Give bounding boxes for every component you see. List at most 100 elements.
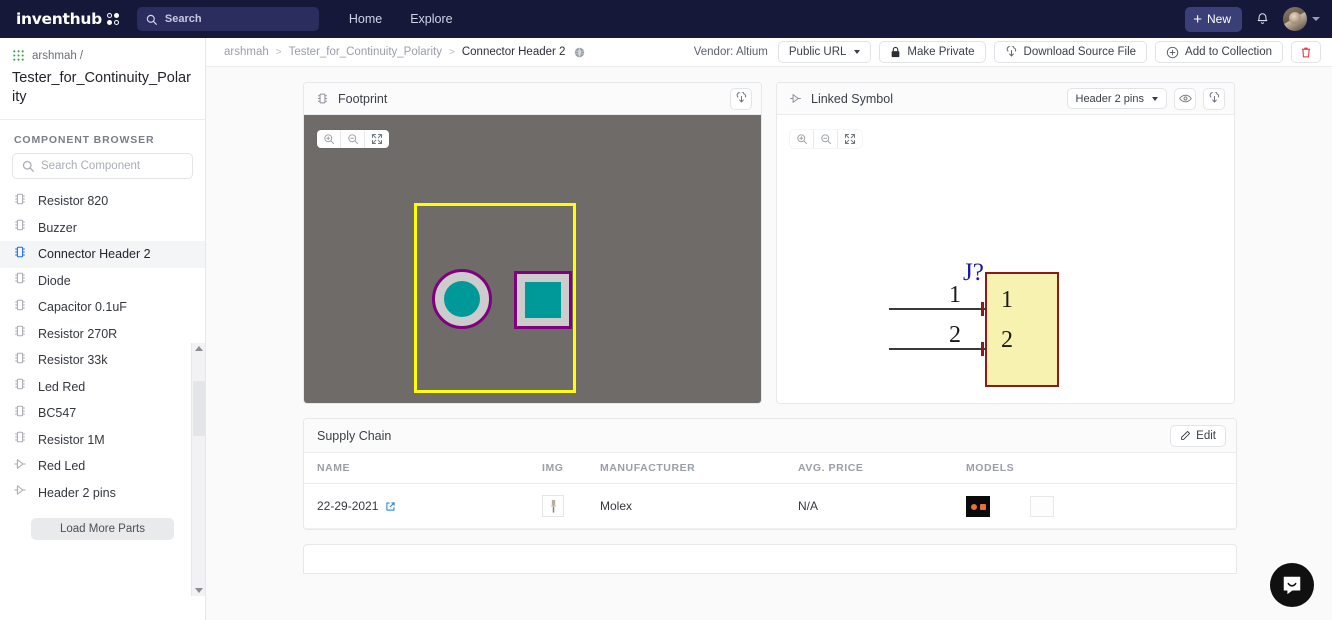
symbol-pin-line-2 [889,348,987,350]
sidebar-item-resistor-1m[interactable]: Resistor 1M [0,427,205,454]
sidebar-item-bc547[interactable]: BC547 [0,400,205,427]
make-private-button[interactable]: Make Private [879,41,985,63]
manufacturer-cell: Molex [600,484,798,529]
breadcrumb-item-1[interactable]: Tester_for_Continuity_Polarity [289,46,442,58]
symbol-selector-dropdown[interactable]: Header 2 pins [1067,88,1168,109]
next-panel-partial [303,544,1237,574]
footprint-model-thumbnail[interactable] [966,496,990,517]
sidebar-item-connector-header-2[interactable]: Connector Header 2 [0,241,205,268]
footprint-panel-header: Footprint [304,83,761,115]
component-list: Resistor 820 Buzzer Connector Header 2 D… [0,188,205,620]
sidebar-item-resistor-270r[interactable]: Resistor 270R [0,321,205,348]
scroll-down-arrow-icon[interactable] [195,588,203,593]
ic-footprint-icon [13,430,27,449]
sidebar-item-resistor-820[interactable]: Resistor 820 [0,188,205,215]
load-more-parts-button[interactable]: Load More Parts [31,518,174,540]
user-menu[interactable] [1283,7,1320,31]
symbol-visibility-button[interactable] [1174,88,1196,110]
inventhub-dots-logo-icon [107,13,119,25]
sidebar-item-label: Buzzer [38,221,77,235]
vendor-label: Vendor: Altium [694,46,768,58]
public-url-dropdown[interactable]: Public URL [778,41,872,63]
sidebar-item-resistor-33k[interactable]: Resistor 33k [0,347,205,374]
sidebar-item-label: Resistor 270R [38,327,117,341]
sidebar-item-header-2-pins[interactable]: Header 2 pins [0,480,205,507]
zoom-in-icon[interactable] [790,130,814,148]
breadcrumb-toolbar: arshmah > Tester_for_Continuity_Polarity… [206,38,1332,67]
search-component-input[interactable]: Search Component [12,153,193,179]
chevron-down-icon [854,50,860,54]
sidebar-item-buzzer[interactable]: Buzzer [0,215,205,242]
component-photo-thumbnail-icon [547,499,560,514]
breadcrumb-item-0[interactable]: arshmah [224,46,269,58]
download-icon [1005,46,1018,59]
add-to-collection-button[interactable]: Add to Collection [1155,41,1283,63]
search-icon [146,14,157,25]
symbol-outer-pin-number-1: 1 [949,282,961,309]
nav-explore[interactable]: Explore [410,12,452,26]
edit-supply-chain-button[interactable]: Edit [1170,425,1226,447]
sidebar-item-led-red[interactable]: Led Red [0,374,205,401]
column-header-name: NAME [304,453,542,484]
download-source-file-button[interactable]: Download Source File [994,41,1148,63]
symbol-pin-cap-2 [981,342,984,356]
external-link-icon[interactable] [385,501,396,512]
zoom-out-icon[interactable] [341,130,365,148]
sidebar-item-label: BC547 [38,406,76,420]
nav-home[interactable]: Home [349,12,382,26]
symbol-canvas[interactable]: J? 1 2 1 2 [777,115,1234,403]
footprint-download-button[interactable] [730,88,752,110]
trash-icon [1300,46,1312,59]
plus-icon: + [1193,12,1202,27]
global-search-input[interactable]: Search [137,7,319,31]
breadcrumb-separator: > [449,47,455,58]
supply-chain-panel: Supply Chain Edit NAME IMG MANUFACTURER [303,418,1237,530]
ic-footprint-icon [13,245,27,264]
component-browser-label: COMPONENT BROWSER [0,120,205,153]
zoom-in-icon[interactable] [317,130,341,148]
bell-icon[interactable] [1255,11,1270,27]
search-icon [22,160,34,172]
symbol-icon [13,483,27,502]
column-header-img: IMG [542,453,600,484]
ic-footprint-icon [13,218,27,237]
zoom-out-icon[interactable] [814,130,838,148]
part-image-thumbnail[interactable] [542,495,564,517]
pencil-icon [1180,430,1191,441]
delete-button[interactable] [1291,41,1321,63]
breadcrumb-item-current: Connector Header 2 [462,46,566,58]
sidebar-item-label: Connector Header 2 [38,247,151,261]
part-name-cell: 22-29-2021 [317,499,542,513]
symbol-outer-pin-number-2: 2 [949,322,961,349]
symbol-download-button[interactable] [1203,88,1225,110]
page-title: Tester_for_Continuity_Polarity [12,69,191,107]
avatar [1283,7,1307,31]
scrollbar-thumb[interactable] [193,381,205,436]
lock-icon [890,46,901,58]
symbol-designator: J? [963,260,984,285]
fit-screen-icon[interactable] [365,130,389,148]
globe-icon [574,47,585,58]
footprint-canvas[interactable] [304,115,761,403]
sidebar-scrollbar[interactable] [191,343,205,596]
ic-footprint-icon [13,377,27,396]
sidebar-item-capacitor-0-1uf[interactable]: Capacitor 0.1uF [0,294,205,321]
footprint-panel-title: Footprint [338,92,387,106]
fit-screen-icon[interactable] [838,130,862,148]
column-header-manufacturer: MANUFACTURER [600,453,798,484]
sidebar-org-row[interactable]: arshmah / [12,49,191,62]
empty-model-thumbnail[interactable] [1030,496,1054,517]
intercom-chat-button[interactable] [1270,563,1314,607]
supply-chain-title: Supply Chain [317,429,391,443]
table-header-row: NAME IMG MANUFACTURER AVG. PRICE MODELS [304,453,1236,484]
app-logo[interactable]: inventhub [16,10,119,28]
part-number: 22-29-2021 [317,499,378,513]
scroll-up-arrow-icon[interactable] [195,346,203,351]
sidebar-item-label: Resistor 33k [38,353,107,367]
ic-footprint-icon [316,92,329,105]
supply-chain-header: Supply Chain Edit [304,419,1236,453]
sidebar-org-name: arshmah / [32,50,83,62]
sidebar-item-diode[interactable]: Diode [0,268,205,295]
sidebar-item-red-led[interactable]: Red Led [0,453,205,480]
new-button[interactable]: + New [1185,7,1242,32]
